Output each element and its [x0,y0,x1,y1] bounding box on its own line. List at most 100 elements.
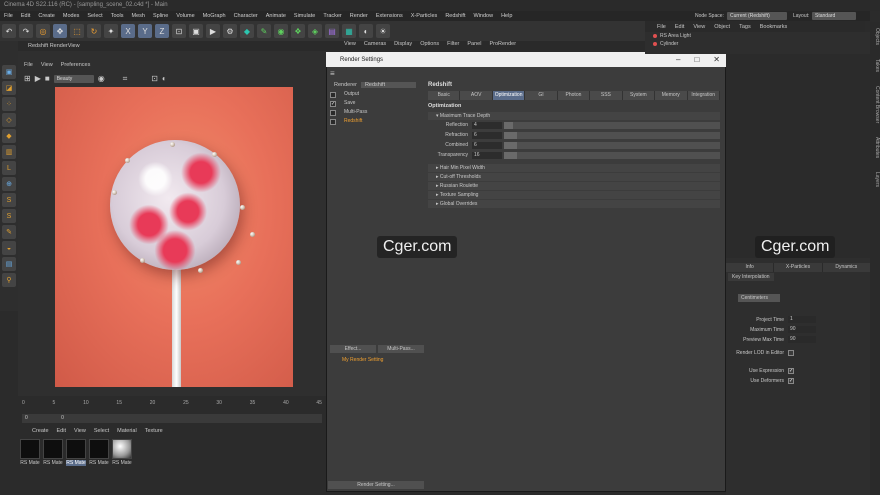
cloner-icon[interactable]: ❖ [291,24,305,38]
mat-menu-edit[interactable]: Edit [57,428,66,437]
object-item[interactable]: RS Area Light [645,32,870,40]
z-axis-icon[interactable]: Z [155,24,169,38]
stop-icon[interactable]: ■ [45,74,50,83]
tree-checkbox[interactable]: ✓ [330,101,336,107]
material-swatch[interactable] [112,439,132,459]
tab-photon[interactable]: Photon [557,91,591,100]
color-icon[interactable]: ◐ [162,74,167,83]
multipass-button[interactable]: Multi-Pass... [378,345,424,353]
live-select-icon[interactable]: ◎ [36,24,50,38]
om-menu-file[interactable]: File [657,24,666,32]
om-menu-edit[interactable]: Edit [675,24,684,32]
om-menu-tags[interactable]: Tags [739,24,751,32]
vp-menu-filter[interactable]: Filter [447,41,459,50]
time-fields[interactable]: 0 0 [22,414,322,423]
tab-gi[interactable]: GI [525,91,558,100]
group-hair-min-pixel-width[interactable]: ▸ Hair Min Pixel Width [428,164,720,172]
menu-item-window[interactable]: Window [474,13,494,21]
attr-value[interactable]: 90 [788,336,816,343]
render-view-icon[interactable]: ▣ [189,24,203,38]
side-tab-takes[interactable]: Takes [870,59,880,72]
side-tab-objects[interactable]: Objects [870,28,880,45]
material-swatch[interactable] [20,439,40,459]
tab-system[interactable]: System [622,91,656,100]
om-menu-view[interactable]: View [693,24,705,32]
menu-item-render[interactable]: Render [350,13,368,21]
deformer-icon[interactable]: ◈ [308,24,322,38]
menu-item-spline[interactable]: Spline [153,13,168,21]
group-texture-sampling[interactable]: ▸ Texture Sampling [428,191,720,199]
uv-mode-icon[interactable]: ▥ [2,145,16,159]
redo-icon[interactable]: ↷ [19,24,33,38]
vp-menu-options[interactable]: Options [420,41,439,50]
subdivision-icon[interactable]: ◉ [274,24,288,38]
material-item[interactable]: RS Mate [89,439,109,469]
renderer-select[interactable]: Redshift [360,81,416,88]
scale-icon[interactable]: ⬚ [70,24,84,38]
minimize-icon[interactable]: – [676,55,680,64]
attr-tab-xparticles[interactable]: X-Particles [774,263,823,272]
rv-menu-view[interactable]: View [41,62,53,71]
workplane-icon[interactable]: S [2,193,16,207]
param-value[interactable]: 16 [472,151,502,159]
menu-item-xparticles[interactable]: X-Particles [411,13,438,21]
tree-item-redshift[interactable]: Redshift [328,118,424,127]
render-setting-item[interactable]: My Render Setting [328,357,424,366]
cube-icon[interactable]: ◆ [240,24,254,38]
floor-icon[interactable]: ▦ [342,24,356,38]
rv-menu-file[interactable]: File [24,62,33,71]
attr-checkbox[interactable]: ✓ [788,367,794,374]
lock-workplane-icon[interactable]: ✎ [2,225,16,239]
om-menu-bookmarks[interactable]: Bookmarks [760,24,788,32]
menu-item-tools[interactable]: Tools [111,13,124,21]
mat-menu-create[interactable]: Create [32,428,49,437]
key-interpolation-tab[interactable]: Key Interpolation [728,273,774,281]
menu-item-mograph[interactable]: MoGraph [203,13,226,21]
param-slider[interactable] [504,141,720,149]
axis-mode-icon[interactable]: L [2,161,16,175]
paint-icon[interactable]: ⚲ [2,273,16,287]
timeline-ruler[interactable]: 0 5 10 15 20 25 30 35 40 45 [22,400,322,410]
units-select[interactable]: Centimeters [738,294,780,302]
side-tab-layers[interactable]: Layers [870,172,880,187]
effect-button[interactable]: Effect... [330,345,376,353]
material-swatch[interactable] [43,439,63,459]
material-swatch[interactable] [66,439,86,459]
rotate-icon[interactable]: ↻ [87,24,101,38]
vp-menu-view[interactable]: View [344,41,356,50]
menu-item-mesh[interactable]: Mesh [132,13,145,21]
snap-icon[interactable]: ⊕ [2,177,16,191]
crop-icon[interactable]: ⌗ [123,74,128,84]
hamburger-icon[interactable]: ≡ [330,69,335,78]
undo-icon[interactable]: ↶ [2,24,16,38]
material-item[interactable]: RS Mate [43,439,63,469]
menu-item-redshift[interactable]: Redshift [445,13,465,21]
menu-item-extensions[interactable]: Extensions [376,13,403,21]
tab-aov[interactable]: AOV [460,91,493,100]
mat-menu-material[interactable]: Material [117,428,137,437]
bucket-icon[interactable]: ◉ [98,74,105,83]
points-mode-icon[interactable]: ⁘ [2,97,16,111]
attr-checkbox[interactable]: ✓ [788,377,794,384]
param-slider[interactable] [504,131,720,139]
move-icon[interactable]: ✥ [53,24,67,38]
menu-item-simulate[interactable]: Simulate [294,13,315,21]
tree-item-save[interactable]: ✓ Save [328,100,424,109]
camera-icon[interactable]: ◐ [359,24,373,38]
attr-checkbox[interactable] [788,349,794,356]
menu-item-modes[interactable]: Modes [63,13,80,21]
soft-selection-icon[interactable]: ◒ [2,241,16,255]
group-cut-off-thresholds[interactable]: ▸ Cut-off Thresholds [428,173,720,181]
mat-menu-select[interactable]: Select [94,428,109,437]
tab-optimization[interactable]: Optimization [492,91,526,100]
tree-checkbox[interactable] [330,119,336,125]
vp-menu-display[interactable]: Display [394,41,412,50]
tree-item-multipass[interactable]: Multi-Pass [328,109,424,118]
group-russian-roulette[interactable]: ▸ Russian Roulette [428,182,720,190]
layout-select[interactable]: Standard [812,12,856,20]
tree-item-output[interactable]: Output [328,91,424,100]
tab-integration[interactable]: Integration [687,91,720,100]
group-global-overrides[interactable]: ▸ Global Overrides [428,200,720,208]
vp-menu-prorender[interactable]: ProRender [489,41,516,50]
aov-select[interactable]: Beauty [53,74,94,83]
